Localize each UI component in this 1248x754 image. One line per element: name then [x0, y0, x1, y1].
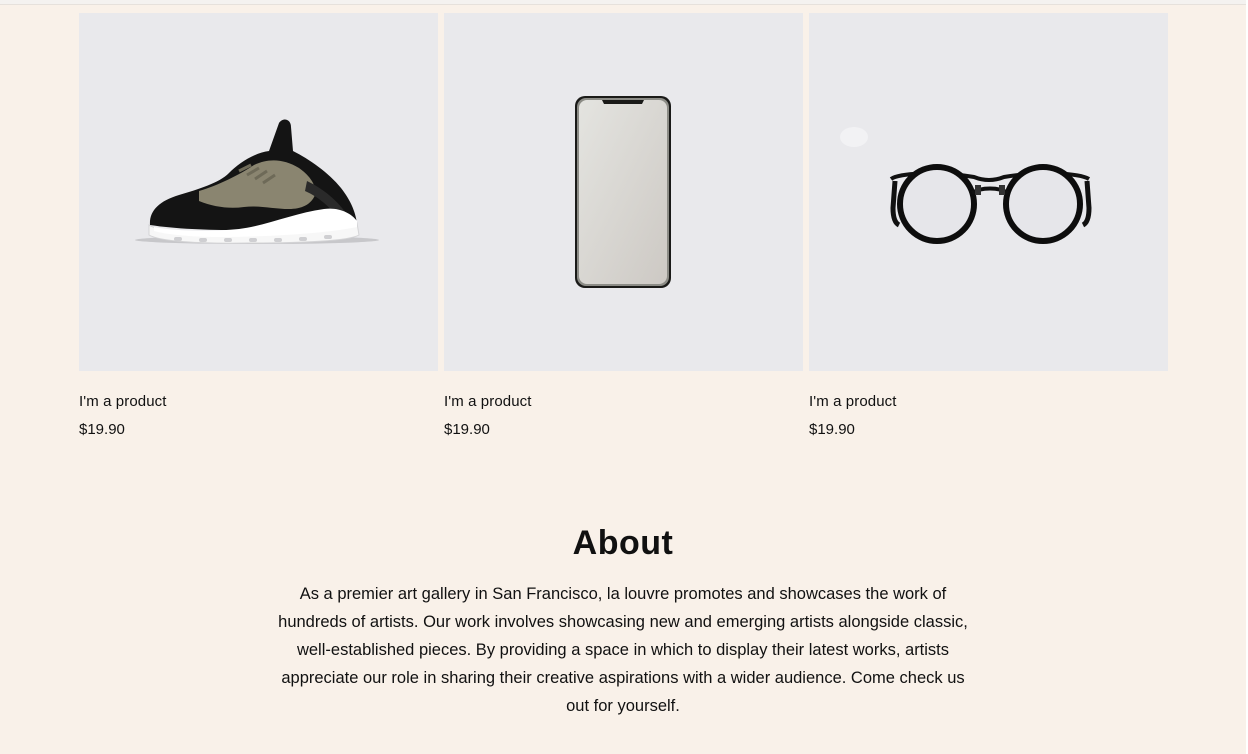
- product-image[interactable]: [79, 13, 438, 371]
- about-title: About: [572, 524, 674, 562]
- product-card[interactable]: I'm a product $19.90: [809, 13, 1168, 439]
- product-name[interactable]: I'm a product: [444, 393, 803, 411]
- product-image[interactable]: [809, 13, 1168, 371]
- product-image[interactable]: [444, 13, 803, 371]
- product-name[interactable]: I'm a product: [809, 393, 1168, 411]
- eyeglasses-icon: [840, 127, 1092, 244]
- about-section: About As a premier art gallery in San Fr…: [0, 521, 1246, 720]
- product-price: $19.90: [809, 421, 855, 438]
- product-gallery: I'm a product $19.90 I'm a product $19.9…: [79, 13, 1168, 439]
- product-price: $19.90: [444, 421, 490, 438]
- sneaker-icon: [135, 119, 379, 244]
- about-text: As a premier art gallery in San Francisc…: [278, 585, 968, 715]
- product-card[interactable]: I'm a product $19.90: [444, 13, 803, 439]
- product-price: $19.90: [79, 421, 125, 438]
- smartphone-icon: [575, 96, 671, 288]
- product-card[interactable]: I'm a product $19.90: [79, 13, 438, 439]
- product-name[interactable]: I'm a product: [79, 393, 438, 411]
- top-divider: [0, 0, 1248, 5]
